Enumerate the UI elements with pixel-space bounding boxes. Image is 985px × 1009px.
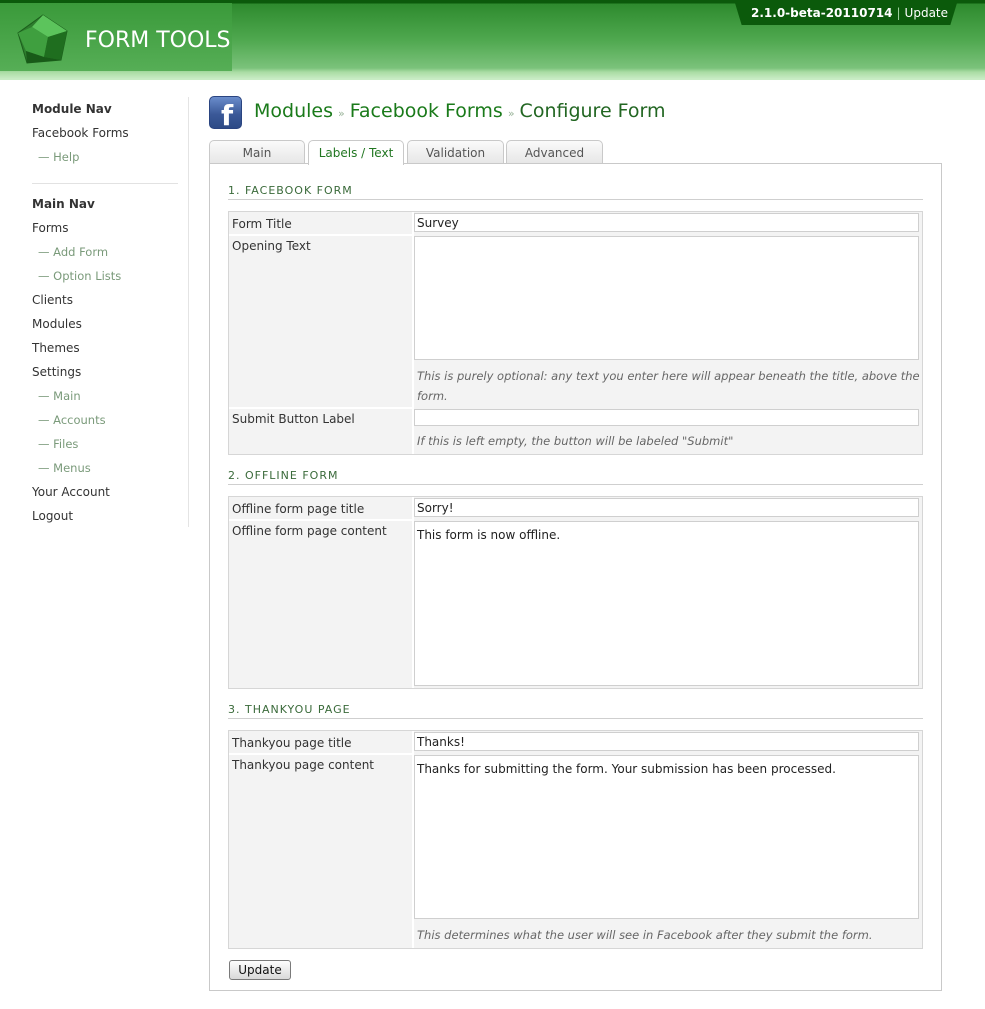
left-nav: Module Nav Facebook Forms — Help Main Na… xyxy=(32,100,182,531)
offline-page-title-input[interactable]: Sorry! xyxy=(414,498,919,517)
nav-item-settings-main[interactable]: — Main xyxy=(32,387,182,411)
thankyou-page-content-label: Thankyou page content xyxy=(232,758,375,772)
update-button[interactable]: Update xyxy=(229,960,291,980)
nav-item-add-form[interactable]: — Add Form xyxy=(32,243,182,267)
tab-validation[interactable]: Validation xyxy=(407,140,504,164)
offline-page-content-textarea[interactable]: This form is now offline. xyxy=(414,521,919,686)
facebook-icon: f xyxy=(209,96,242,132)
update-link[interactable]: Update xyxy=(905,6,948,20)
thankyou-page-content-hint: This determines what the user will see i… xyxy=(417,928,873,942)
nav-item-forms[interactable]: Forms xyxy=(32,219,182,243)
offline-page-title-label: Offline form page title xyxy=(232,502,365,516)
page-title: Modules » Facebook Forms » Configure Form xyxy=(254,100,666,122)
nav-divider xyxy=(188,97,189,527)
row-separator xyxy=(229,753,412,755)
thankyou-page-title-label: Thankyou page title xyxy=(232,736,352,750)
offline-page-content-label: Offline form page content xyxy=(232,524,387,538)
nav-item-settings-menus[interactable]: — Menus xyxy=(32,459,182,483)
section-box-thankyou-page: Thankyou page title Thanks! Thankyou pag… xyxy=(228,730,923,949)
main-nav-heading: Main Nav xyxy=(32,197,95,211)
version-label: 2.1.0-beta-20110714 xyxy=(751,6,893,20)
tab-main[interactable]: Main xyxy=(209,140,305,164)
row-separator xyxy=(229,407,412,409)
nav-item-help[interactable]: — Help xyxy=(32,148,182,172)
submit-button-label-label: Submit Button Label xyxy=(232,412,355,426)
opening-text-hint: This is purely optional: any text you en… xyxy=(417,369,920,403)
nav-item-logout[interactable]: Logout xyxy=(32,507,182,531)
logo-text: FORM TOOLS xyxy=(85,28,231,53)
thankyou-page-content-textarea[interactable]: Thanks for submitting the form. Your sub… xyxy=(414,755,919,919)
facebook-icon-letter: f xyxy=(221,99,234,132)
section-title-facebook-form: 1. FACEBOOK FORM xyxy=(228,184,923,200)
tab-labels-text[interactable]: Labels / Text xyxy=(308,140,404,165)
module-nav-heading: Module Nav xyxy=(32,102,112,116)
submit-button-hint: If this is left empty, the button will b… xyxy=(417,434,734,448)
header-bar: FORM TOOLS 2.1.0-beta-20110714 | Update xyxy=(0,0,985,80)
form-title-label: Form Title xyxy=(232,217,292,231)
thankyou-page-title-input[interactable]: Thanks! xyxy=(414,732,919,751)
nav-item-your-account[interactable]: Your Account xyxy=(32,483,182,507)
nav-item-modules[interactable]: Modules xyxy=(32,315,182,339)
breadcrumb-current: Configure Form xyxy=(519,100,666,122)
opening-text-label: Opening Text xyxy=(232,239,311,253)
breadcrumb-arrow: » xyxy=(507,107,515,120)
row-separator xyxy=(229,234,412,236)
nav-item-option-lists[interactable]: — Option Lists xyxy=(32,267,182,291)
form-title-input[interactable]: Survey xyxy=(414,213,919,232)
nav-item-settings-files[interactable]: — Files xyxy=(32,435,182,459)
section-box-offline-form: Offline form page title Sorry! Offline f… xyxy=(228,496,923,689)
version-separator: | xyxy=(896,6,901,20)
nav-item-facebook-forms[interactable]: Facebook Forms xyxy=(32,124,182,148)
nav-item-clients[interactable]: Clients xyxy=(32,291,182,315)
breadcrumb-arrow: » xyxy=(338,107,345,120)
nav-separator xyxy=(32,183,178,184)
opening-text-textarea[interactable] xyxy=(414,236,919,360)
row-separator xyxy=(229,519,412,521)
logo[interactable]: FORM TOOLS xyxy=(0,3,232,71)
section-title-offline-form: 2. OFFLINE FORM xyxy=(228,469,923,485)
form-tools-logo-icon xyxy=(17,14,68,64)
section-box-facebook-form: Form Title Survey Opening Text This is p… xyxy=(228,211,923,455)
nav-item-settings[interactable]: Settings xyxy=(32,363,182,387)
submit-button-label-input[interactable] xyxy=(414,409,919,426)
section-title-thankyou-page: 3. THANKYOU PAGE xyxy=(228,703,923,719)
nav-item-themes[interactable]: Themes xyxy=(32,339,182,363)
breadcrumb-facebook-forms[interactable]: Facebook Forms xyxy=(350,100,503,122)
tab-advanced[interactable]: Advanced xyxy=(506,140,603,164)
breadcrumb-modules[interactable]: Modules xyxy=(254,100,333,122)
nav-item-settings-accounts[interactable]: — Accounts xyxy=(32,411,182,435)
version-bar: 2.1.0-beta-20110714 | Update xyxy=(735,3,957,25)
